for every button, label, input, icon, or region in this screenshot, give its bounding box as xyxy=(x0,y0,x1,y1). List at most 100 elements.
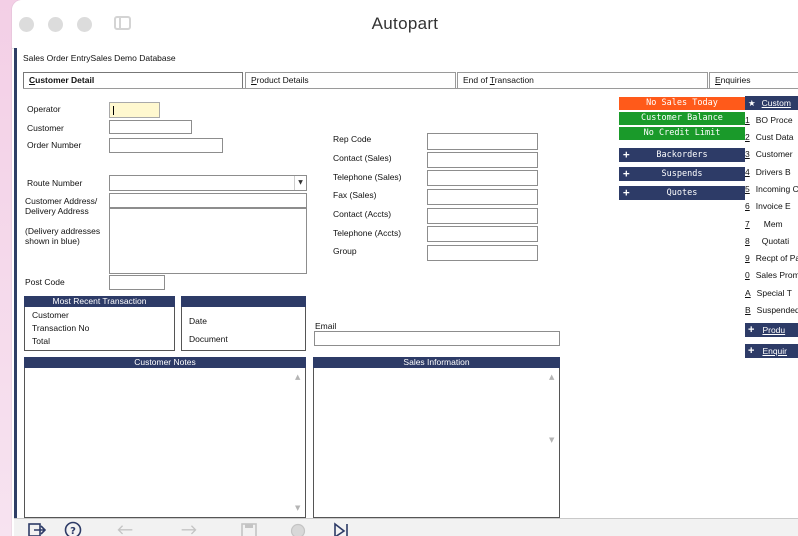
tab-label-prefix: End of xyxy=(463,75,490,85)
nav-key: 9 xyxy=(745,253,750,263)
nav-key: 7 xyxy=(745,219,750,229)
enquiries-button[interactable]: + Enquir xyxy=(745,344,798,358)
nav-item-0[interactable]: 0 Sales Prom xyxy=(745,267,798,284)
customer-field[interactable] xyxy=(109,120,192,134)
scroll-up-icon[interactable]: ▲ xyxy=(295,373,300,381)
tab-label: ransaction xyxy=(494,75,534,85)
customer-menu-header[interactable]: ★ Custom xyxy=(745,96,798,110)
nav-item-b[interactable]: B Suspended xyxy=(745,302,798,319)
save-icon[interactable] xyxy=(240,521,258,536)
nav-key: B xyxy=(745,305,751,315)
nav-label: Incoming C xyxy=(755,184,798,194)
forward-arrow-icon[interactable] xyxy=(180,521,198,536)
nav-key: 0 xyxy=(745,270,750,280)
nav-key: 8 xyxy=(745,236,750,246)
nav-item-4[interactable]: 4 Drivers B xyxy=(745,164,798,181)
record-icon[interactable] xyxy=(289,521,307,536)
customer-address-label: Customer Address/ xyxy=(25,196,98,206)
nav-label: Mem xyxy=(763,219,783,229)
sales-info-scrollbar[interactable]: ▲ ▼ xyxy=(547,370,558,447)
route-number-select[interactable]: ▼ xyxy=(109,175,307,191)
nav-label: Cust Data xyxy=(755,132,794,142)
nav-item-a[interactable]: A Special T xyxy=(745,285,798,302)
order-number-field[interactable] xyxy=(109,138,223,153)
recent-detail-header xyxy=(181,296,306,307)
contact-accts-field[interactable] xyxy=(427,208,538,224)
sales-information-header: Sales Information xyxy=(313,357,560,368)
telephone-accts-label: Telephone (Accts) xyxy=(333,228,402,238)
rep-code-field[interactable] xyxy=(427,133,538,150)
telephone-accts-field[interactable] xyxy=(427,226,538,242)
tab-customer-detail[interactable]: Customer Detail xyxy=(23,72,243,89)
nav-key: 1 xyxy=(745,115,750,125)
scroll-up-icon[interactable]: ▲ xyxy=(549,373,554,381)
sales-order-entry: Sales Order EntrySales Demo Database Cus… xyxy=(14,48,798,536)
star-icon: ★ xyxy=(748,98,756,108)
tab-enquiries[interactable]: Enquiries xyxy=(709,72,798,88)
nav-item-8[interactable]: 8 Quotati xyxy=(745,233,798,250)
back-arrow-icon[interactable] xyxy=(116,521,134,536)
recent-customer-label: Customer xyxy=(32,310,69,320)
nav-item-7[interactable]: 7 Mem xyxy=(745,216,798,233)
group-field[interactable] xyxy=(427,245,538,261)
nav-item-2[interactable]: 2 Cust Data xyxy=(745,129,798,146)
fax-sales-label: Fax (Sales) xyxy=(333,190,377,200)
products-label: Produ xyxy=(762,325,786,335)
breadcrumb: Sales Order EntrySales Demo Database xyxy=(23,53,176,63)
nav-key: 4 xyxy=(745,167,750,177)
nav-label: Invoice E xyxy=(755,201,791,211)
contact-sales-field[interactable] xyxy=(427,152,538,168)
chevron-down-icon[interactable]: ▼ xyxy=(294,176,306,190)
tab-end-of-transaction[interactable]: End of Transaction xyxy=(457,72,708,88)
exit-icon[interactable] xyxy=(28,521,46,536)
operator-field[interactable] xyxy=(109,102,160,118)
scroll-down-icon[interactable]: ▼ xyxy=(549,436,554,444)
nav-item-6[interactable]: 6 Invoice E xyxy=(745,198,798,215)
nav-label: Quotati xyxy=(761,236,790,246)
no-credit-limit-badge: No Credit Limit xyxy=(619,127,745,140)
backorders-label: Backorders xyxy=(656,150,708,160)
svg-text:?: ? xyxy=(70,526,76,536)
recent-transaction-no-label: Transaction No xyxy=(32,323,90,333)
nav-label: Drivers B xyxy=(755,167,791,177)
window-title: Autopart xyxy=(371,14,439,33)
products-button[interactable]: + Produ xyxy=(745,323,798,337)
nav-key: 6 xyxy=(745,201,750,211)
post-code-field[interactable] xyxy=(109,275,165,290)
help-icon[interactable]: ? xyxy=(64,521,82,536)
tab-label: roduct Details xyxy=(256,75,309,85)
nav-item-5[interactable]: 5 Incoming C xyxy=(745,181,798,198)
suspends-button[interactable]: + Suspends xyxy=(619,167,745,181)
tab-product-details[interactable]: Product Details xyxy=(245,72,456,88)
most-recent-transaction-header: Most Recent Transaction xyxy=(24,296,175,307)
address-line-1-field[interactable] xyxy=(109,193,307,208)
telephone-sales-field[interactable] xyxy=(427,170,538,186)
nav-label: Customer xyxy=(755,149,793,159)
scroll-down-icon[interactable]: ▼ xyxy=(295,504,300,512)
contact-sales-label: Contact (Sales) xyxy=(333,153,392,163)
quotes-label: Quotes xyxy=(666,188,698,198)
customer-menu-label: Custom xyxy=(761,98,791,108)
customer-notes-textarea[interactable]: ▲ ▼ xyxy=(24,368,306,518)
fax-sales-field[interactable] xyxy=(427,189,538,205)
enquiries-label: Enquir xyxy=(762,346,788,356)
notes-scrollbar[interactable]: ▲ ▼ xyxy=(293,370,304,515)
suspends-label: Suspends xyxy=(661,169,703,179)
address-textarea[interactable] xyxy=(109,208,307,274)
bottom-toolbar: ? xyxy=(14,518,798,536)
nav-item-9[interactable]: 9 Recpt of Pa xyxy=(745,250,798,267)
nav-item-1[interactable]: 1 BO Proce xyxy=(745,112,798,129)
group-label: Group xyxy=(333,246,357,256)
backorders-button[interactable]: + Backorders xyxy=(619,148,745,162)
nav-item-3[interactable]: 3 Customer xyxy=(745,146,798,163)
last-record-icon[interactable] xyxy=(332,521,350,536)
customer-balance-badge[interactable]: Customer Balance xyxy=(619,112,745,125)
tab-label: ustomer Detail xyxy=(35,75,95,85)
recent-detail-panel: Date Document xyxy=(181,307,306,351)
quotes-button[interactable]: + Quotes xyxy=(619,186,745,200)
sales-information-textarea[interactable]: ▲ ▼ xyxy=(313,368,560,518)
nav-label: BO Proce xyxy=(755,115,793,125)
order-number-label: Order Number xyxy=(27,140,82,150)
email-field[interactable] xyxy=(314,331,560,346)
nav-label: Special T xyxy=(756,288,792,298)
